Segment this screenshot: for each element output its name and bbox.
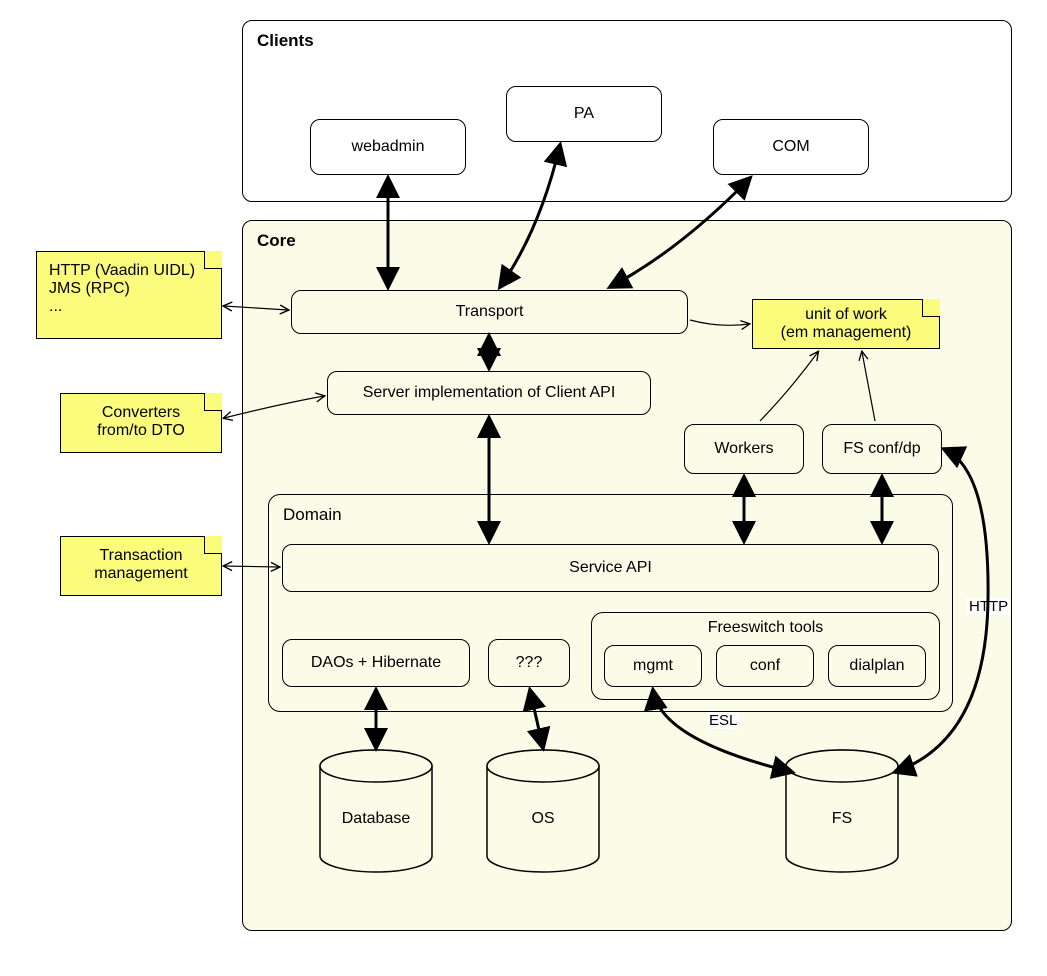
box-service-api: Service API [282, 544, 939, 592]
box-pa: PA [506, 86, 662, 142]
box-server-impl: Server implementation of Client API [327, 371, 651, 415]
box-daos: DAOs + Hibernate [282, 639, 470, 687]
box-fs-conf-dp: FS conf/dp [822, 424, 942, 474]
label-database: Database [316, 810, 436, 828]
box-dialplan: dialplan [828, 645, 926, 687]
box-mgmt: mgmt [604, 645, 702, 687]
note-http: HTTP (Vaadin UIDL) JMS (RPC) ... [36, 251, 222, 339]
diagram-canvas: Clients webadmin PA COM Core Transport u… [0, 0, 1047, 976]
box-unknown: ??? [488, 639, 570, 687]
label-os: OS [483, 810, 603, 828]
label-fs: FS [782, 810, 902, 828]
note-transaction: Transaction management [60, 536, 222, 596]
group-label-clients: Clients [257, 31, 314, 51]
box-workers: Workers [684, 424, 804, 474]
box-webadmin: webadmin [310, 119, 466, 175]
edge-label-esl: ESL [707, 712, 739, 729]
note-unit-of-work: unit of work (em management) [752, 299, 940, 349]
box-conf: conf [716, 645, 814, 687]
edge-label-http: HTTP [967, 598, 1010, 615]
group-label-core: Core [257, 231, 296, 251]
note-converters: Converters from/to DTO [60, 393, 222, 453]
group-label-freeswitch: Freeswitch tools [592, 619, 939, 637]
group-label-domain: Domain [283, 505, 342, 525]
box-transport: Transport [291, 290, 688, 334]
box-com: COM [713, 119, 869, 175]
